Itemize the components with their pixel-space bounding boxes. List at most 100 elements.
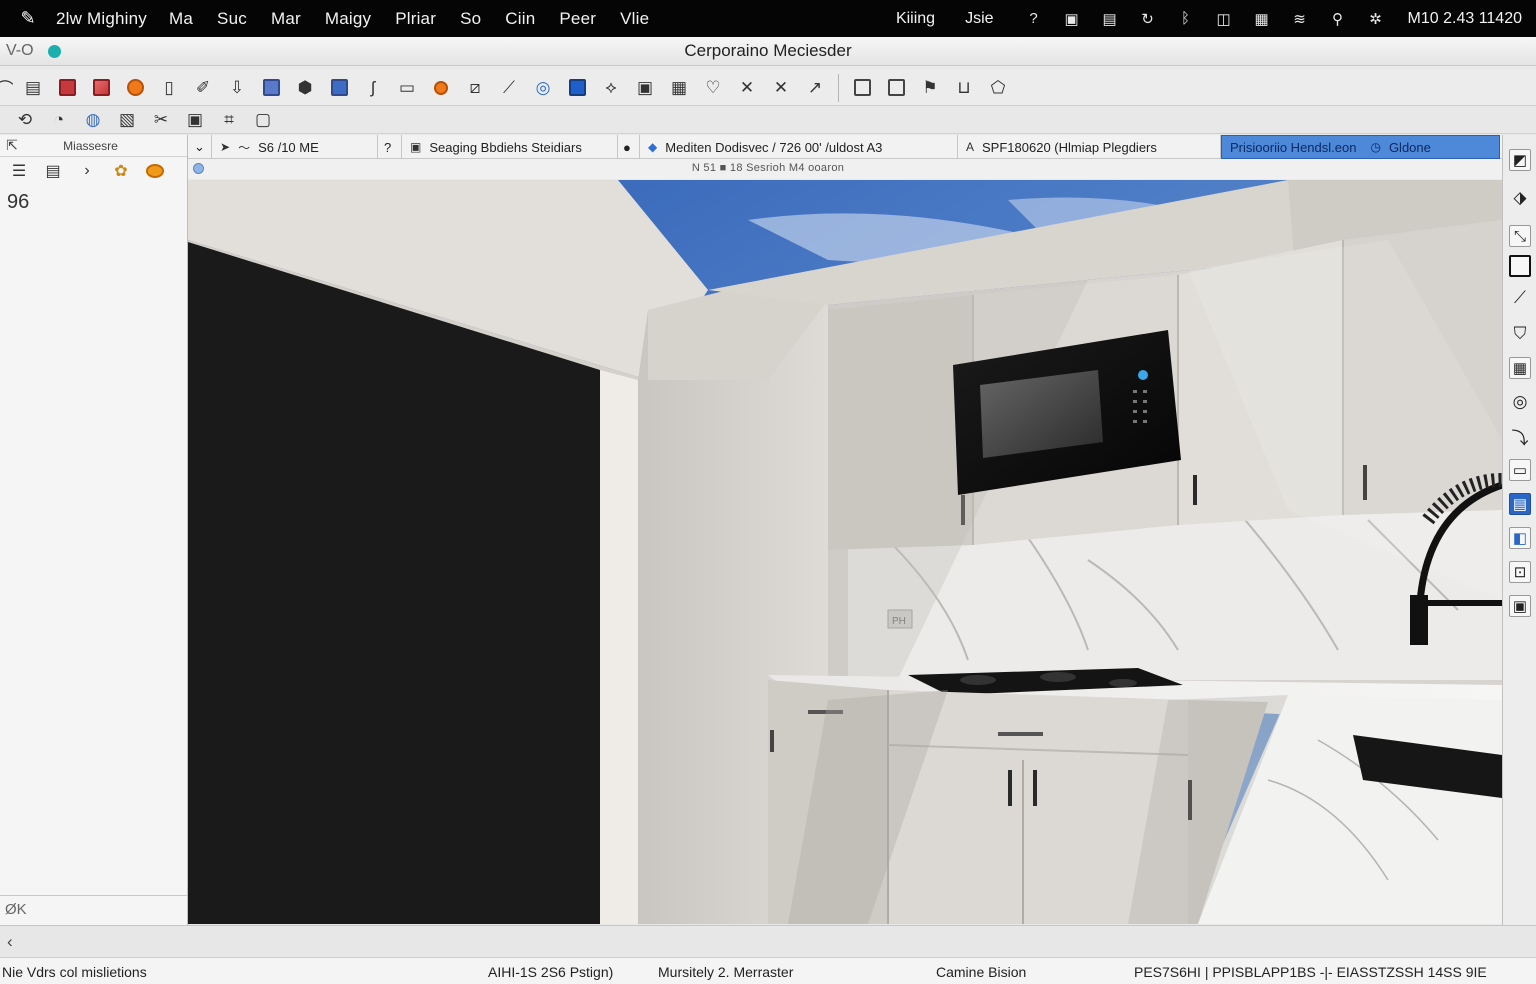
camera-icon[interactable]: ◔ bbox=[46, 107, 72, 133]
notes-icon[interactable]: ▤ bbox=[42, 161, 64, 181]
pen-logo-icon[interactable]: ✎ bbox=[0, 8, 56, 29]
calendar-icon[interactable]: ▤ bbox=[1100, 9, 1120, 29]
palette-icon[interactable]: ✿ bbox=[110, 161, 132, 181]
display-icon[interactable]: ▦ bbox=[1252, 9, 1272, 29]
control-center-icon[interactable]: ✲ bbox=[1366, 9, 1386, 29]
shape-icon[interactable]: ⬠ bbox=[985, 75, 1011, 101]
tab-scene-5-active[interactable]: Prisiooriio Hendsl.eon ◷ Gldone bbox=[1221, 135, 1500, 159]
close-x-icon[interactable]: ✕ bbox=[734, 75, 760, 101]
model-icon[interactable]: ⬢ bbox=[292, 75, 318, 101]
orbit-icon[interactable]: ◎ bbox=[530, 75, 556, 101]
render-viewport[interactable]: PH bbox=[188, 180, 1502, 924]
menubar-right-item-2[interactable]: Jsie bbox=[965, 10, 993, 28]
component-icon[interactable]: ◧ bbox=[1509, 527, 1531, 549]
crop-icon[interactable]: ⌗ bbox=[216, 107, 242, 133]
tab-scene-1[interactable]: ➤ 〜 S6 /10 ME bbox=[212, 135, 378, 159]
frame-icon[interactable]: ▣ bbox=[632, 75, 658, 101]
chevron-right-icon[interactable]: › bbox=[76, 161, 98, 181]
menu-item-6[interactable]: So bbox=[460, 9, 481, 29]
texture-grid-icon[interactable]: ▦ bbox=[1509, 357, 1531, 379]
heart-icon[interactable]: ♡ bbox=[700, 75, 726, 101]
sheet-icon[interactable]: ▭ bbox=[394, 75, 420, 101]
frame-select-icon[interactable] bbox=[1509, 255, 1531, 277]
orange-circle-icon[interactable] bbox=[122, 75, 148, 101]
tab-help[interactable]: ? bbox=[378, 135, 402, 159]
text-box-icon[interactable]: ▭ bbox=[1509, 459, 1531, 481]
chevron-down-icon[interactable]: ⌄ bbox=[194, 139, 205, 155]
panel-icon[interactable]: ▢ bbox=[250, 107, 276, 133]
document-icon[interactable]: ▤ bbox=[20, 75, 46, 101]
material-red-icon[interactable] bbox=[54, 75, 80, 101]
zoom-extents-icon[interactable]: ⤡ bbox=[1509, 225, 1531, 247]
blue-square-icon[interactable] bbox=[564, 75, 590, 101]
clipboard-icon[interactable]: ◫ bbox=[1214, 9, 1234, 29]
battery-icon[interactable]: ▣ bbox=[1062, 9, 1082, 29]
left-panel-tools: ☰ ▤ › ✿ bbox=[0, 157, 187, 185]
pen-tool-icon[interactable]: ✐ bbox=[190, 75, 216, 101]
status-mode[interactable]: Mursitely 2. Merraster bbox=[658, 964, 793, 980]
menu-item-1[interactable]: Ma bbox=[169, 9, 193, 29]
tab-record[interactable]: ● bbox=[618, 135, 640, 159]
menu-app-name[interactable]: 2lw Mighiny bbox=[56, 9, 147, 29]
script-icon[interactable]: ʃ bbox=[360, 75, 386, 101]
layer-panel-icon[interactable]: ▤ bbox=[1509, 493, 1531, 515]
tab-scene-4[interactable]: A SPF180620 (Hlmiap Plegdiers bbox=[958, 135, 1221, 159]
tab-scene-4-label: SPF180620 (Hlmiap Plegdiers bbox=[982, 139, 1157, 155]
bluetooth-icon[interactable]: ᛒ bbox=[1176, 9, 1196, 29]
folder-icon[interactable]: ⊔ bbox=[951, 75, 977, 101]
box-icon[interactable]: ▣ bbox=[182, 107, 208, 133]
section-plane-icon[interactable]: ⊡ bbox=[1509, 561, 1531, 583]
scene-icon[interactable]: ▣ bbox=[1509, 595, 1531, 617]
menubar-right-item-1[interactable]: Kiiing bbox=[896, 10, 935, 28]
wifi-icon[interactable]: ≋ bbox=[1290, 9, 1310, 29]
menu-item-4[interactable]: Maigy bbox=[325, 9, 371, 29]
image-icon[interactable]: ▧ bbox=[114, 107, 140, 133]
menu-item-8[interactable]: Peer bbox=[559, 9, 596, 29]
tape-measure-icon[interactable]: ⤵ bbox=[1509, 425, 1531, 448]
line-tool-icon[interactable]: ⟋ bbox=[1509, 287, 1531, 309]
ruler-icon[interactable]: ⟋ bbox=[496, 75, 522, 101]
export-icon[interactable]: ⇩ bbox=[224, 75, 250, 101]
status-camera[interactable]: Camine Bision bbox=[936, 964, 1026, 980]
menu-item-5[interactable]: Plriar bbox=[395, 9, 436, 29]
list-icon[interactable]: ☰ bbox=[8, 161, 30, 181]
layers-icon[interactable] bbox=[258, 75, 284, 101]
menu-item-2[interactable]: Suc bbox=[217, 9, 247, 29]
paint-icon[interactable] bbox=[88, 75, 114, 101]
orange-dots-icon[interactable] bbox=[428, 75, 454, 101]
tab-scene-2[interactable]: ▣ Seaging Bbdiehs Steidiars bbox=[402, 135, 618, 159]
globe-icon[interactable]: ◍ bbox=[80, 107, 106, 133]
partial-tool-icon[interactable]: ⌒ bbox=[0, 75, 14, 101]
rotate-icon[interactable]: ⟲ bbox=[12, 107, 38, 133]
left-panel-footer[interactable]: ØK bbox=[0, 895, 187, 925]
measure-tape-icon[interactable]: ⧄ bbox=[462, 75, 488, 101]
grid-icon[interactable]: ▦ bbox=[666, 75, 692, 101]
collapse-icon[interactable]: ⇱ bbox=[0, 137, 24, 154]
menu-item-9[interactable]: Vlie bbox=[620, 9, 649, 29]
chevron-left-icon[interactable]: ‹ bbox=[7, 932, 13, 952]
book-icon[interactable] bbox=[326, 75, 352, 101]
flag-icon[interactable]: ⚑ bbox=[917, 75, 943, 101]
menubar-clock[interactable]: M10 2.43 11420 bbox=[1408, 10, 1522, 28]
eraser-icon[interactable]: ⬗ bbox=[1509, 187, 1531, 209]
tab-scene-3[interactable]: ◆ Mediten Dodisvec / 726 00' /uldost A3 bbox=[640, 135, 958, 159]
scissors-icon[interactable]: ✂ bbox=[148, 107, 174, 133]
coin-icon[interactable] bbox=[144, 161, 166, 181]
menu-item-7[interactable]: Ciin bbox=[505, 9, 535, 29]
rectangle-icon[interactable] bbox=[849, 75, 875, 101]
cross-icon[interactable]: ✕ bbox=[768, 75, 794, 101]
status-coordinates[interactable]: AIHI-1S 2S6 Pstign) bbox=[488, 964, 613, 980]
app-window: ✎ 2lw Mighiny Ma Suc Mar Maigy Plriar So… bbox=[0, 0, 1536, 984]
search-icon[interactable]: ⚲ bbox=[1328, 9, 1348, 29]
square-icon[interactable] bbox=[883, 75, 909, 101]
tab-menu-chevron[interactable]: ⌄ bbox=[188, 135, 212, 159]
page-icon[interactable]: ▯ bbox=[156, 75, 182, 101]
wand-icon[interactable]: ⟡ bbox=[598, 75, 624, 101]
paint-bucket-icon[interactable]: ⛉ bbox=[1509, 323, 1531, 345]
orbit-tool-icon[interactable]: ◎ bbox=[1509, 391, 1531, 413]
help-icon[interactable]: ? bbox=[1024, 9, 1044, 29]
view-cube-icon[interactable]: ◩ bbox=[1509, 149, 1531, 171]
arrow-up-right-icon[interactable]: ↗ bbox=[802, 75, 828, 101]
menu-item-3[interactable]: Mar bbox=[271, 9, 301, 29]
sync-icon[interactable]: ↻ bbox=[1138, 9, 1158, 29]
